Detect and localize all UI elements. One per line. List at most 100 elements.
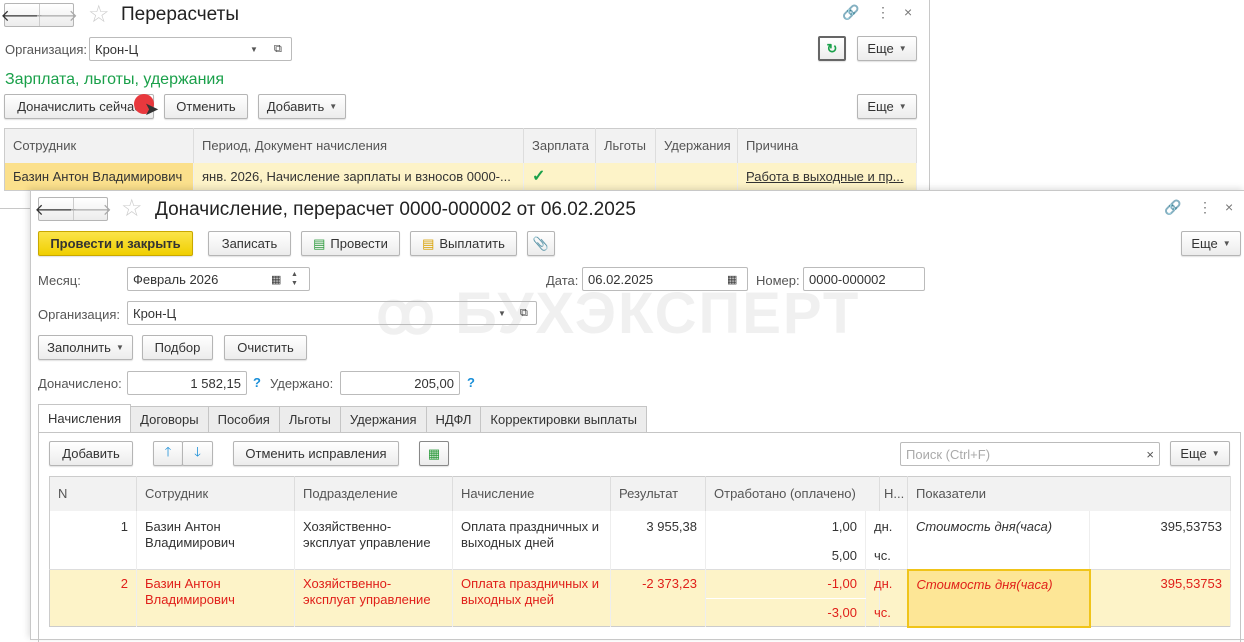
save-button[interactable]: Записать	[208, 231, 291, 256]
dropdown-icon[interactable]: ▼	[250, 45, 258, 54]
favorite-star-icon[interactable]: ☆	[88, 0, 110, 29]
col-salary[interactable]: Зарплата	[523, 128, 596, 163]
cell-n: 1	[49, 510, 137, 570]
col-deductions[interactable]: Удержания	[655, 128, 738, 163]
col-result[interactable]: Результат	[610, 476, 706, 511]
add-row-button[interactable]: Добавить	[49, 441, 133, 466]
org-field[interactable]: Крон-Ц ▼ ⧉	[89, 37, 292, 61]
tab-deductions[interactable]: Удержания	[339, 406, 427, 432]
cell-hours-unit: чс.	[865, 541, 908, 570]
tab-privileges[interactable]: Льготы	[278, 406, 341, 432]
recalc-table: Сотрудник Период, Документ начисления Зарп…	[4, 128, 917, 191]
calendar-icon[interactable]: ▦	[727, 273, 737, 286]
table-row[interactable]: 2 Базин Антон Владимирович Хозяйственно-…	[49, 568, 1231, 628]
back-icon[interactable]: 🡐	[1, 4, 44, 26]
move-down-button[interactable]: 🡓	[182, 441, 213, 466]
forward-icon[interactable]: 🡒	[69, 198, 112, 220]
date-label: Дата:	[546, 273, 579, 288]
window-title: Доначисление, перерасчет 0000-000002 от …	[155, 199, 636, 220]
post-button[interactable]: ▤ Провести	[301, 231, 400, 256]
month-stepper[interactable]: ▲ ▼	[291, 270, 298, 288]
cell-hours: 5,00	[705, 541, 866, 570]
col-indicators[interactable]: Показатели	[907, 476, 1231, 511]
accrual-document-window: 🡐 🡒 ☆ Доначисление, перерасчет 0000-00000…	[30, 190, 1244, 642]
col-n[interactable]: N	[49, 476, 137, 511]
cell-days-unit: дн.	[865, 510, 908, 542]
open-icon[interactable]: ⧉	[520, 307, 528, 320]
tab-contracts[interactable]: Договоры	[130, 406, 209, 432]
paperclip-icon: 📎	[532, 235, 550, 251]
col-benefits[interactable]: Льготы	[595, 128, 656, 163]
withheld-label: Удержано:	[270, 376, 334, 391]
table-row[interactable]: Базин Антон Владимирович янв. 2026, Начи…	[4, 162, 917, 191]
table-row[interactable]: 1 Базин Антон Владимирович Хозяйственно-…	[49, 510, 1231, 570]
month-field[interactable]: Февраль 2026 ▦ ▲ ▼	[127, 267, 310, 291]
select-button[interactable]: Подбор	[142, 335, 213, 360]
dropdown-icon[interactable]: ▼	[498, 309, 506, 318]
pay-button[interactable]: ▤ Выплатить	[410, 231, 517, 256]
accruals-table: N Сотрудник Подразделение Начисление Рез…	[49, 476, 1231, 628]
move-up-button[interactable]: 🡑	[153, 441, 183, 466]
favorite-star-icon[interactable]: ☆	[121, 194, 143, 223]
open-icon[interactable]: ⧉	[274, 43, 282, 56]
org-label: Организация:	[38, 307, 121, 322]
accrued-label: Доначислено:	[38, 376, 122, 391]
cell-employee: Базин Антон Владимирович	[136, 569, 295, 627]
col-n2[interactable]: Н...	[879, 476, 908, 511]
col-reason[interactable]: Причина	[737, 128, 917, 163]
cell-n: 2	[49, 569, 137, 627]
cancel-button[interactable]: Отменить	[164, 94, 248, 119]
reason-link[interactable]: Работа в выходные и пр...	[737, 162, 917, 191]
fill-button[interactable]: Заполнить ▼	[38, 335, 133, 360]
cell-result: 3 955,38	[610, 510, 706, 570]
date-field[interactable]: 06.02.2025 ▦	[582, 267, 748, 291]
cancel-fixes-button[interactable]: Отменить исправления	[233, 441, 399, 466]
close-icon[interactable]: ×	[1225, 199, 1233, 215]
more-button-top[interactable]: Еще ▼	[857, 36, 917, 61]
cell-indicator-value: 395,53753	[1089, 510, 1231, 542]
col-worked[interactable]: Отработано (оплачено)	[705, 476, 880, 511]
help-icon[interactable]: ?	[467, 375, 475, 390]
table-more-button[interactable]: Еще ▼	[1170, 441, 1230, 466]
add-button[interactable]: Добавить ▼	[258, 94, 346, 119]
number-field[interactable]: 0000-000002	[803, 267, 925, 291]
tab-ndfl[interactable]: НДФЛ	[425, 406, 482, 432]
more-button[interactable]: Еще ▼	[1181, 231, 1241, 256]
mouse-cursor-icon: ➤	[144, 99, 160, 119]
more-button[interactable]: Еще ▼	[857, 94, 917, 119]
calendar-icon[interactable]: ▦	[271, 273, 281, 286]
org-field[interactable]: Крон-Ц ▼ ⧉	[127, 301, 537, 325]
add-table-button[interactable]: ▦	[419, 441, 449, 466]
link-icon[interactable]: 🔗	[1164, 199, 1181, 216]
cell-employee: Базин Антон Владимирович	[136, 510, 295, 570]
col-accrual[interactable]: Начисление	[452, 476, 611, 511]
tab-payment-corrections[interactable]: Корректировки выплаты	[480, 406, 648, 432]
cell-accrual: Оплата праздничных и выходных дней	[452, 510, 611, 570]
tab-accruals[interactable]: Начисления	[38, 404, 132, 432]
forward-icon[interactable]: 🡒	[35, 4, 78, 26]
back-icon[interactable]: 🡐	[35, 198, 78, 220]
col-period[interactable]: Период, Документ начисления	[193, 128, 524, 163]
attach-button[interactable]: 📎	[527, 231, 555, 256]
tab-benefits[interactable]: Пособия	[207, 406, 280, 432]
menu-icon[interactable]: ⋮	[1198, 199, 1212, 216]
post-and-close-button[interactable]: Провести и закрыть	[38, 231, 193, 256]
clear-button[interactable]: Очистить	[224, 335, 307, 360]
close-icon[interactable]: ×	[904, 4, 912, 20]
menu-icon[interactable]: ⋮	[876, 4, 890, 21]
col-employee[interactable]: Сотрудник	[4, 128, 194, 163]
clear-search-icon[interactable]: ×	[1146, 447, 1154, 462]
cell-indicator[interactable]: Стоимость дня(часа)	[906, 568, 1091, 628]
col-employee[interactable]: Сотрудник	[136, 476, 295, 511]
accrue-now-button[interactable]: Доначислить сейчас	[4, 94, 154, 119]
org-value: Крон-Ц	[133, 305, 177, 321]
cell-department: Хозяйственно-эксплуат управление	[294, 510, 453, 570]
help-icon[interactable]: ?	[253, 375, 261, 390]
search-input[interactable]: Поиск (Ctrl+F) ×	[900, 442, 1160, 466]
accrued-field: 1 582,15	[127, 371, 247, 395]
cell-days: 1,00	[705, 510, 866, 542]
refresh-button[interactable]: ↻	[818, 36, 846, 61]
link-icon[interactable]: 🔗	[842, 4, 859, 21]
cell-period: янв. 2026, Начисление зарплаты и взносов…	[193, 162, 524, 191]
col-department[interactable]: Подразделение	[294, 476, 453, 511]
